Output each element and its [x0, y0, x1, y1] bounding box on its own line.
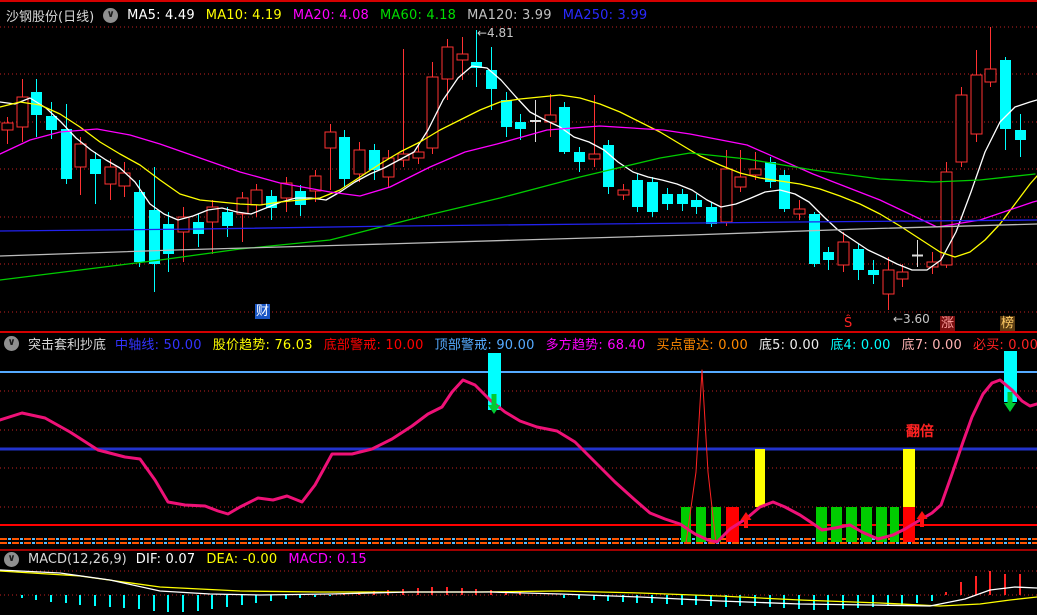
candle-down: [515, 122, 526, 129]
candle-up: [456, 53, 469, 61]
macd-dif-line: [0, 569, 1037, 607]
candle-down: [868, 270, 879, 275]
indicator-legend-item: 顶部警戒: 90.00: [434, 338, 535, 353]
candle-down: [823, 252, 834, 260]
macd-legend-item: DEA: -0.00: [206, 552, 278, 567]
candle-down: [853, 249, 864, 270]
charts-canvas: [0, 26, 1037, 612]
indicator-legend-item: 底5: 0.00: [758, 338, 820, 353]
candle-down: [222, 212, 233, 226]
price-annotation: ←3.60: [893, 312, 930, 326]
indicator-legend: 中轴线: 50.00 股价趋势: 76.03 底部警戒: 10.00 顶部警戒: 90…: [115, 334, 1037, 353]
candle-up: [588, 153, 601, 160]
ma-legend-item: MA5: 4.49: [127, 8, 195, 23]
candle-down: [46, 116, 57, 130]
candle-up: [104, 166, 117, 185]
macd-dea-line: [0, 570, 1037, 607]
indicator-legend-item: 中轴线: 50.00: [115, 338, 202, 353]
macd-legend: DIF: 0.07 DEA: -0.00 MACD: 0.15: [136, 552, 367, 567]
collapse-price-panel-icon[interactable]: ∨: [103, 8, 119, 23]
indicator-legend-item: 多方趋势: 68.40: [545, 338, 646, 353]
candle-up: [353, 149, 366, 175]
candle-up: [324, 131, 337, 149]
macd-legend-item: MACD: 0.15: [288, 552, 367, 567]
indicator-yellow-bar: [903, 449, 915, 507]
indicator-bottom-bar: [816, 507, 827, 542]
candle-down: [149, 210, 160, 264]
indicator-yellow-bar: [755, 449, 765, 507]
candle-up: [734, 176, 747, 188]
macd-title: MACD(12,26,9): [28, 552, 127, 567]
candle-up: [749, 168, 762, 176]
ticker-item: 涨: [940, 316, 956, 331]
candle-down: [193, 222, 204, 234]
collapse-macd-panel-icon[interactable]: ∨: [4, 552, 19, 567]
indicator-legend-item: 底部警戒: 10.00: [323, 338, 424, 353]
ma-legend-item: MA120: 3.99: [467, 8, 552, 23]
indicator-legend-item: 股价趋势: 76.03: [212, 338, 313, 353]
candle-up: [896, 271, 909, 280]
candle-down: [1000, 60, 1011, 129]
candle-up: [955, 94, 968, 163]
candle-down: [1015, 130, 1026, 140]
ma-legend-item: MA10: 4.19: [205, 8, 282, 23]
candle-up: [1, 122, 14, 131]
candle-up: [984, 68, 997, 83]
collapse-indicator-panel-icon[interactable]: ∨: [4, 336, 19, 351]
candle-down: [90, 159, 101, 174]
ticker-item: 榜: [1000, 316, 1016, 331]
candle-down: [662, 194, 673, 204]
signal-label-fanbei: 翻倍: [906, 424, 934, 440]
indicator-title: 突击套利抄底: [28, 338, 107, 353]
candle-down: [574, 152, 585, 162]
candle-down: [677, 194, 688, 204]
candle-up: [882, 269, 895, 295]
candle-up: [793, 208, 806, 215]
indicator-legend-item: 底4: 0.00: [830, 338, 891, 353]
candle-down: [632, 180, 643, 207]
candle-up: [970, 74, 983, 135]
candle-up: [837, 241, 850, 266]
ma-legend-item: MA60: 4.18: [380, 8, 457, 23]
candle-down: [339, 137, 350, 179]
indicator-legend-item: 必买: 0.00: [973, 338, 1037, 353]
candle-down: [647, 182, 658, 212]
macd-panel-header: ∨ MACD(12,26,9) DIF: 0.07 DEA: -0.00 MACD:…: [4, 552, 367, 567]
indicator-legend-item: 底7: 0.00: [901, 338, 962, 353]
ma-legend-item: MA250: 3.99: [562, 8, 648, 23]
macd-legend-item: DIF: 0.07: [135, 552, 196, 567]
ticker-item: 财: [255, 304, 271, 319]
candle-down: [691, 200, 702, 207]
ticker-item: Ŝ: [844, 316, 853, 331]
indicator-bottom-bar: [831, 507, 842, 542]
candle-down: [706, 207, 717, 224]
ma-legend: MA5: 4.49 MA10: 4.19 MA20: 4.08 MA60: 4.18 M…: [127, 8, 647, 23]
candle-down: [501, 100, 512, 127]
stock-app-window: 沙钢股份(日线) ∨ MA5: 4.49 MA10: 4.19 MA20: 4.08…: [0, 0, 1037, 615]
ma-legend-item: MA20: 4.08: [292, 8, 370, 23]
candle-up: [720, 168, 733, 223]
indicator-legend-item: 买点雷达: 0.00: [656, 338, 748, 353]
candle-down: [61, 129, 72, 179]
price-annotation: ←4.81: [477, 26, 514, 40]
candle-up: [74, 143, 87, 168]
candle-up: [412, 151, 425, 159]
price-panel-header: 沙钢股份(日线) ∨ MA5: 4.49 MA10: 4.19 MA20: 4.08…: [6, 6, 647, 25]
candle-up: [250, 189, 263, 206]
stock-title: 沙钢股份(日线): [6, 10, 95, 25]
candle-up: [617, 189, 630, 196]
indicator-panel-header: ∨ 突击套利抄底 中轴线: 50.00 股价趋势: 76.03 底部警戒: 10.0…: [4, 334, 1037, 353]
candle-down: [486, 70, 497, 89]
candle-up: [441, 46, 454, 80]
